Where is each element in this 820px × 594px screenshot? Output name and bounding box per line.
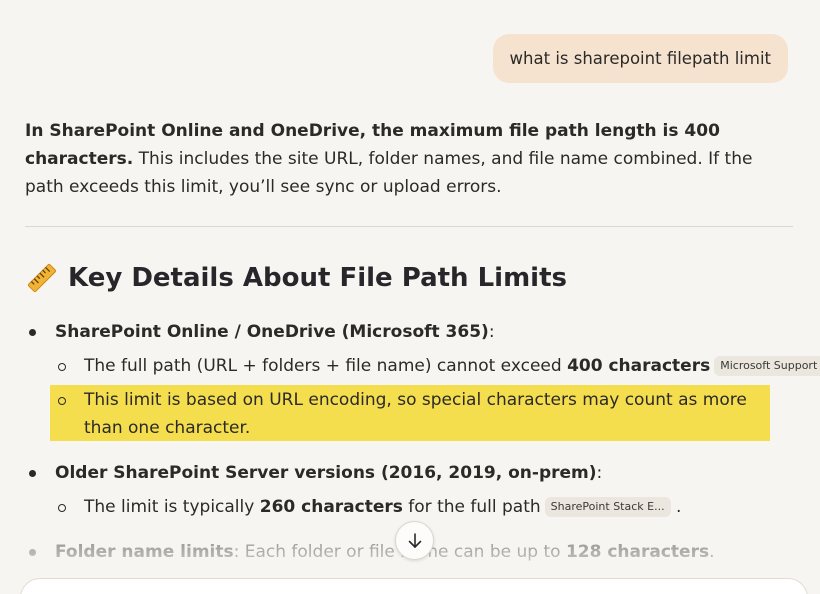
list-item-title: SharePoint Online / OneDrive (Microsoft … bbox=[55, 318, 495, 346]
section-title-sharepoint-server: Older SharePoint Server versions (2016, … bbox=[55, 463, 597, 483]
item-text-bold: 128 characters bbox=[565, 542, 710, 562]
user-message-text: what is sharepoint filepath limit bbox=[509, 49, 771, 68]
item-text-bold: 400 characters bbox=[567, 356, 711, 376]
answer-intro: In SharePoint Online and OneDrive, the m… bbox=[25, 117, 795, 201]
item-text-hidden: can bbox=[453, 542, 485, 562]
title-colon: : bbox=[488, 322, 495, 342]
message-composer[interactable] bbox=[20, 578, 808, 594]
item-text-mid: for the full path bbox=[402, 497, 541, 517]
bullet-dot bbox=[29, 549, 36, 556]
section-divider bbox=[25, 226, 793, 227]
list-item: The limit is typically 260 characters fo… bbox=[84, 493, 681, 521]
item-text-pre: The full path (URL + folders + file name… bbox=[84, 356, 568, 376]
item-text-post: . bbox=[709, 542, 715, 562]
list-item: The full path (URL + folders + file name… bbox=[84, 352, 820, 380]
citation-chip-microsoft-support[interactable]: Microsoft Support+1 bbox=[714, 356, 820, 376]
list-item: Folder name limits: Each folder or file … bbox=[55, 538, 715, 566]
answer-intro-rest: This includes the site URL, folder names… bbox=[25, 149, 753, 197]
section-heading: Key Details About File Path Limits bbox=[26, 262, 567, 294]
sub-bullet-circle bbox=[58, 363, 66, 371]
citation-chip-sharepoint-stack-exchange[interactable]: SharePoint Stack E... bbox=[544, 497, 671, 517]
list-item-title: Older SharePoint Server versions (2016, … bbox=[55, 459, 602, 487]
scroll-to-bottom-button[interactable] bbox=[395, 521, 434, 560]
sub-bullet-circle bbox=[58, 397, 66, 405]
bullet-dot bbox=[29, 329, 36, 336]
item-text-pre: The limit is typically bbox=[84, 497, 260, 517]
arrow-down-icon bbox=[408, 532, 421, 548]
sub-bullet-circle bbox=[58, 504, 66, 512]
item-text-mid: be up to bbox=[484, 542, 566, 562]
user-message-bubble: what is sharepoint filepath limit bbox=[492, 34, 788, 83]
citation-label: Microsoft Support bbox=[720, 359, 818, 372]
highlighted-list-item: This limit is based on URL encoding, so … bbox=[84, 390, 747, 438]
title-colon: : bbox=[596, 463, 603, 483]
item-text-bold: 260 characters bbox=[259, 497, 403, 517]
section-heading-text: Key Details About File Path Limits bbox=[68, 263, 568, 293]
ruler-icon bbox=[27, 263, 57, 293]
section-title-sharepoint-online: SharePoint Online / OneDrive (Microsoft … bbox=[55, 322, 489, 342]
bullet-dot bbox=[29, 470, 36, 477]
item-text-post: . bbox=[676, 497, 682, 517]
citation-label: SharePoint Stack E... bbox=[550, 500, 665, 513]
section-title-folder-name-limits: Folder name limits bbox=[55, 542, 234, 562]
